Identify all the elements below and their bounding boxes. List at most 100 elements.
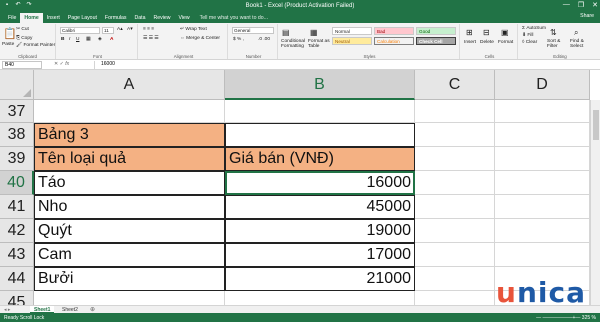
share-button[interactable]: Share	[580, 13, 594, 19]
cell-c45[interactable]	[415, 291, 495, 306]
cell-a39[interactable]: Tên loại quả	[34, 147, 225, 171]
style-check-cell[interactable]: Check Cell	[416, 37, 456, 45]
number-format-select[interactable]: General	[232, 27, 274, 34]
cut-button[interactable]: ✂ Cut	[16, 27, 29, 32]
conditional-formatting-icon[interactable]: ▤	[282, 28, 290, 37]
cell-b41[interactable]: 45000	[225, 195, 415, 219]
column-header-d[interactable]: D	[495, 70, 590, 100]
sort-filter-icon[interactable]: ⇅	[550, 28, 557, 37]
style-neutral[interactable]: Neutral	[332, 37, 372, 45]
cell-b45[interactable]	[225, 291, 415, 306]
insert-cells-button[interactable]: Insert	[464, 40, 476, 45]
currency-icon[interactable]: $ % ,	[233, 37, 244, 42]
cell-a45[interactable]	[34, 291, 225, 306]
tab-page-layout[interactable]: Page Layout	[64, 13, 101, 23]
format-as-table-icon[interactable]: ▦	[310, 28, 318, 37]
cell-b39[interactable]: Giá bán (VNĐ)	[225, 147, 415, 171]
cell-d38[interactable]	[495, 123, 590, 147]
cell-b37[interactable]	[225, 100, 415, 123]
format-as-table-button[interactable]: Format as Table	[308, 39, 330, 49]
column-header-b[interactable]: B	[225, 70, 415, 100]
cell-d41[interactable]	[495, 195, 590, 219]
cell-a38[interactable]: Bảng 3	[34, 123, 225, 147]
clear-button[interactable]: ◊ Clear	[522, 40, 537, 45]
cell-b43[interactable]: 17000	[225, 243, 415, 267]
cell-d43[interactable]	[495, 243, 590, 267]
worksheet-grid[interactable]: A B C D 37 38 Bảng 3 39 Tên loại quả Giá…	[0, 70, 600, 306]
align-left-icon[interactable]: ☰ ☰ ☰	[143, 36, 159, 41]
row-header-45[interactable]: 45	[0, 291, 34, 306]
style-calculation[interactable]: Calculation	[374, 37, 414, 45]
cell-c38[interactable]	[415, 123, 495, 147]
delete-cells-button[interactable]: Delete	[480, 40, 494, 45]
column-header-c[interactable]: C	[415, 70, 495, 100]
cell-c40[interactable]	[415, 171, 495, 195]
format-painter-button[interactable]: 🖌 Format Painter	[16, 43, 55, 48]
cell-d39[interactable]	[495, 147, 590, 171]
align-top-icon[interactable]: ≡ ≡ ≡	[143, 27, 154, 32]
tab-formulas[interactable]: Formulas	[101, 13, 131, 23]
tab-data[interactable]: Data	[131, 13, 150, 23]
tab-file[interactable]: File	[4, 13, 20, 23]
row-header-37[interactable]: 37	[0, 100, 34, 123]
cell-a42[interactable]: Quýt	[34, 219, 225, 243]
paste-button[interactable]: Paste	[2, 42, 14, 47]
font-size-select[interactable]: 11	[102, 27, 114, 34]
row-header-42[interactable]: 42	[0, 219, 34, 243]
fill-color-icon[interactable]: ◈	[98, 37, 102, 42]
enter-icon[interactable]: ✓	[60, 61, 64, 67]
cell-c41[interactable]	[415, 195, 495, 219]
sort-filter-button[interactable]: Sort & Filter	[547, 39, 567, 49]
copy-button[interactable]: ⎘ Copy	[16, 35, 32, 41]
cell-a40[interactable]: Táo	[34, 171, 225, 195]
minimize-button[interactable]: —	[563, 1, 570, 9]
underline-button[interactable]: U	[76, 37, 79, 42]
cell-d42[interactable]	[495, 219, 590, 243]
autosum-button[interactable]: Σ AutoSum	[522, 26, 546, 31]
delete-cells-icon[interactable]: ⊟	[483, 28, 490, 37]
cell-b38[interactable]	[225, 123, 415, 147]
format-cells-button[interactable]: Format	[498, 40, 513, 45]
style-good[interactable]: Good	[416, 27, 456, 35]
row-header-40[interactable]: 40	[0, 171, 34, 195]
cell-c37[interactable]	[415, 100, 495, 123]
cell-d37[interactable]	[495, 100, 590, 123]
tab-review[interactable]: Review	[150, 13, 175, 23]
cell-b40[interactable]: 16000	[225, 171, 415, 195]
decimal-icon[interactable]: .0 .00	[258, 37, 270, 42]
cell-b42[interactable]: 19000	[225, 219, 415, 243]
cell-c44[interactable]	[415, 267, 495, 291]
tab-insert[interactable]: Insert	[43, 13, 64, 23]
cell-c39[interactable]	[415, 147, 495, 171]
formula-input[interactable]: 16000	[94, 61, 598, 69]
select-all-button[interactable]	[0, 70, 34, 100]
cell-a43[interactable]: Cam	[34, 243, 225, 267]
insert-cells-icon[interactable]: ⊞	[466, 28, 473, 37]
shrink-font-icon[interactable]: A▾	[127, 27, 133, 32]
tab-home[interactable]: Home	[20, 13, 43, 23]
fx-icon[interactable]: fx	[65, 61, 69, 67]
grow-font-icon[interactable]: A▴	[117, 27, 123, 32]
italic-button[interactable]: I	[69, 37, 70, 42]
cell-a37[interactable]	[34, 100, 225, 123]
cell-d40[interactable]	[495, 171, 590, 195]
font-name-select[interactable]: Calibri	[60, 27, 100, 34]
merge-center-button[interactable]: ⇔ Merge & Center	[180, 36, 220, 41]
row-header-43[interactable]: 43	[0, 243, 34, 267]
vertical-scrollbar[interactable]	[590, 100, 600, 306]
row-header-38[interactable]: 38	[0, 123, 34, 147]
conditional-formatting-button[interactable]: Conditional Formatting	[281, 39, 305, 49]
restore-button[interactable]: ❐	[578, 1, 584, 9]
fill-button[interactable]: ⬇ Fill	[522, 33, 534, 38]
scrollbar-thumb[interactable]	[593, 110, 599, 140]
cell-c43[interactable]	[415, 243, 495, 267]
close-button[interactable]: ✕	[592, 1, 598, 9]
row-header-44[interactable]: 44	[0, 267, 34, 291]
column-header-a[interactable]: A	[34, 70, 225, 100]
bold-button[interactable]: B	[61, 37, 64, 42]
cell-c42[interactable]	[415, 219, 495, 243]
borders-icon[interactable]: ▦	[86, 37, 91, 42]
paste-icon[interactable]: 📋	[3, 27, 17, 40]
tab-view[interactable]: View	[175, 13, 194, 23]
cell-a44[interactable]: Bưởi	[34, 267, 225, 291]
